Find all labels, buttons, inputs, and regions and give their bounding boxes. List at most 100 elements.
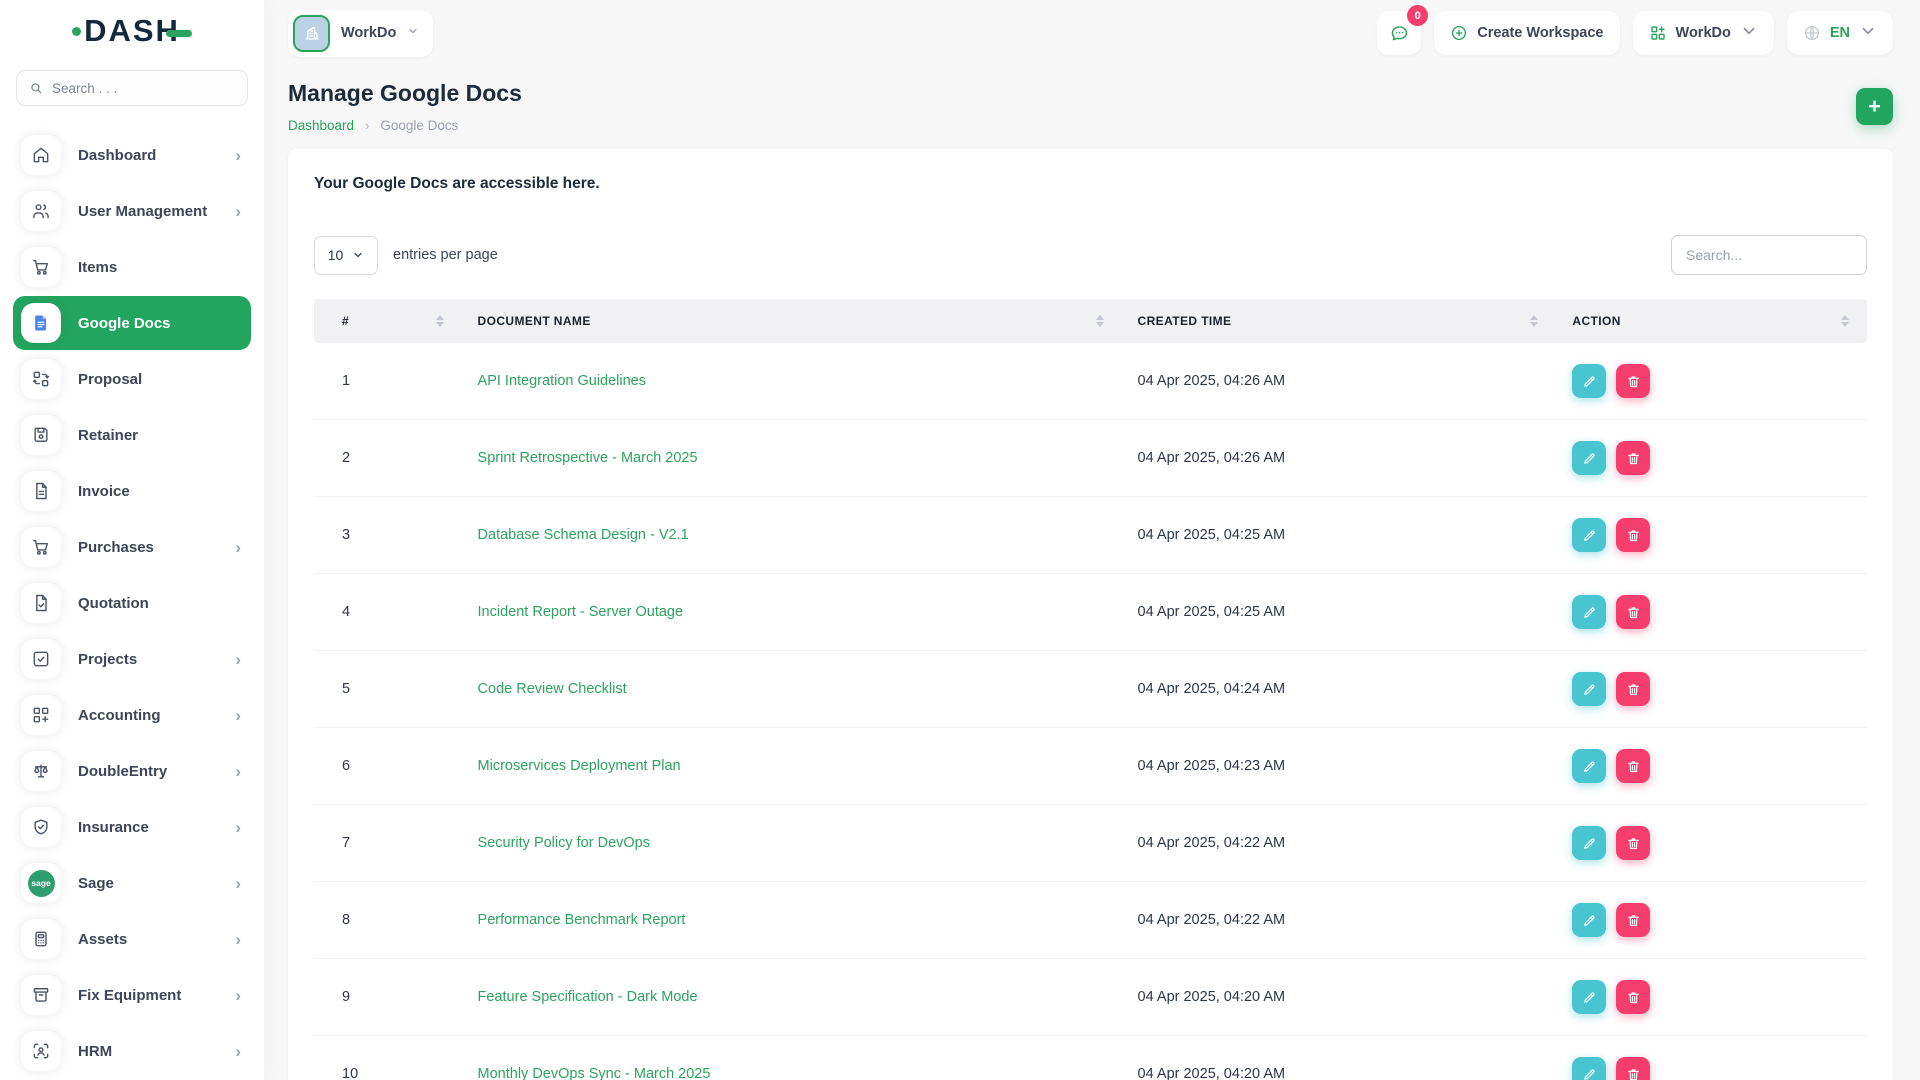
proposal-icon xyxy=(21,359,61,399)
language-selector[interactable]: EN xyxy=(1787,11,1893,55)
delete-button[interactable] xyxy=(1616,518,1650,552)
row-number: 1 xyxy=(314,343,462,420)
sidebar-item-retainer[interactable]: Retainer xyxy=(13,408,251,462)
document-link[interactable]: Monthly DevOps Sync - March 2025 xyxy=(478,1066,711,1080)
sidebar-menu: Dashboard › User Management › ItemsGoogle Do… xyxy=(0,128,264,1078)
delete-button[interactable] xyxy=(1616,672,1650,706)
chevron-right-icon: › xyxy=(235,147,241,164)
sidebar-item-accounting[interactable]: Accounting› xyxy=(13,688,251,742)
entries-per-page-select[interactable]: 10 xyxy=(314,236,378,275)
edit-button[interactable] xyxy=(1572,672,1606,706)
row-number: 10 xyxy=(314,1036,462,1080)
edit-button[interactable] xyxy=(1572,980,1606,1014)
sidebar-item-label: HRM xyxy=(78,1043,218,1060)
sidebar-item-items[interactable]: Items xyxy=(13,240,251,294)
sidebar-item-assets[interactable]: Assets› xyxy=(13,912,251,966)
delete-button[interactable] xyxy=(1616,903,1650,937)
edit-button[interactable] xyxy=(1572,1057,1606,1080)
column-header[interactable]: ACTION xyxy=(1556,299,1867,343)
document-link[interactable]: Code Review Checklist xyxy=(478,681,627,697)
workspace-selector[interactable]: WorkDo xyxy=(288,10,433,57)
sidebar-item-hrm[interactable]: HRM › xyxy=(13,1024,251,1078)
sidebar-item-google-docs[interactable]: Google Docs xyxy=(13,296,251,350)
delete-button[interactable] xyxy=(1616,364,1650,398)
edit-button[interactable] xyxy=(1572,749,1606,783)
document-link[interactable]: Incident Report - Server Outage xyxy=(478,604,684,620)
edit-button[interactable] xyxy=(1572,826,1606,860)
globe-icon xyxy=(1803,24,1821,42)
sidebar-item-proposal[interactable]: Proposal xyxy=(13,352,251,406)
plus-circle-icon xyxy=(1450,24,1468,42)
sidebar-item-quotation[interactable]: Quotation xyxy=(13,576,251,630)
sidebar-item-purchases[interactable]: Purchases› xyxy=(13,520,251,574)
edit-button[interactable] xyxy=(1572,441,1606,475)
sidebar-item-projects[interactable]: Projects› xyxy=(13,632,251,686)
column-header[interactable]: DOCUMENT NAME xyxy=(462,299,1122,343)
column-header[interactable]: CREATED TIME xyxy=(1122,299,1557,343)
document-link[interactable]: API Integration Guidelines xyxy=(478,373,646,389)
sidebar-item-insurance[interactable]: Insurance› xyxy=(13,800,251,854)
file-check-icon xyxy=(21,583,61,623)
document-link[interactable]: Sprint Retrospective - March 2025 xyxy=(478,450,698,466)
row-number: 5 xyxy=(314,651,462,728)
archive-icon xyxy=(21,975,61,1015)
sidebar-item-label: Fix Equipment xyxy=(78,987,218,1004)
sidebar-item-user-management[interactable]: User Management › xyxy=(13,184,251,238)
column-header[interactable]: # xyxy=(314,299,462,343)
document-link[interactable]: Security Policy for DevOps xyxy=(478,835,650,851)
chevron-down-icon xyxy=(407,24,419,42)
document-link[interactable]: Feature Specification - Dark Mode xyxy=(478,989,698,1005)
chevron-right-icon: › xyxy=(235,203,241,220)
sidebar-item-label: Quotation xyxy=(78,595,241,612)
edit-button[interactable] xyxy=(1572,364,1606,398)
table-search-input[interactable] xyxy=(1671,235,1867,275)
delete-button[interactable] xyxy=(1616,1057,1650,1080)
table-row: 10Monthly DevOps Sync - March 202504 Apr… xyxy=(314,1036,1867,1080)
sidebar-item-fix-equipment[interactable]: Fix Equipment› xyxy=(13,968,251,1022)
document-link[interactable]: Database Schema Design - V2.1 xyxy=(478,527,689,543)
sort-arrows-icon xyxy=(1530,315,1538,327)
workspace-menu[interactable]: WorkDo xyxy=(1633,11,1774,55)
sidebar-search[interactable] xyxy=(16,70,248,106)
user-scan-icon xyxy=(21,1031,61,1071)
sidebar-search-input[interactable] xyxy=(52,81,235,96)
edit-button[interactable] xyxy=(1572,595,1606,629)
delete-button[interactable] xyxy=(1616,826,1650,860)
delete-button[interactable] xyxy=(1616,441,1650,475)
chat-bubble-icon xyxy=(1389,23,1410,44)
google-docs-icon xyxy=(21,303,61,343)
sidebar-item-sage[interactable]: sageSage› xyxy=(13,856,251,910)
table-row: 5 Code Review Checklist 04 Apr 2025, 04:24… xyxy=(314,651,1867,728)
topbar: WorkDo 0 Create Workspace WorkDo EN xyxy=(288,0,1893,66)
chevron-down-icon xyxy=(352,249,364,261)
chevron-right-icon: › xyxy=(235,819,241,836)
breadcrumb-dashboard-link[interactable]: Dashboard xyxy=(288,118,354,133)
chevron-down-icon xyxy=(1740,22,1758,45)
edit-button[interactable] xyxy=(1572,903,1606,937)
create-workspace-button[interactable]: Create Workspace xyxy=(1434,11,1619,55)
sidebar-item-label: Dashboard xyxy=(78,147,218,164)
delete-button[interactable] xyxy=(1616,595,1650,629)
sidebar-item-label: Invoice xyxy=(78,483,241,500)
delete-button[interactable] xyxy=(1616,749,1650,783)
created-time: 04 Apr 2025, 04:23 AM xyxy=(1122,728,1557,805)
calculator-icon xyxy=(21,919,61,959)
sidebar-item-invoice[interactable]: Invoice xyxy=(13,464,251,518)
add-document-button[interactable]: + xyxy=(1856,88,1893,125)
delete-button[interactable] xyxy=(1616,980,1650,1014)
sidebar-item-doubleentry[interactable]: DoubleEntry› xyxy=(13,744,251,798)
created-time: 04 Apr 2025, 04:24 AM xyxy=(1122,651,1557,728)
sidebar-item-label: User Management xyxy=(78,203,218,220)
chevron-right-icon: › xyxy=(235,1043,241,1060)
document-link[interactable]: Performance Benchmark Report xyxy=(478,912,686,928)
sidebar: DASH Dashboard›User Management›ItemsGoog… xyxy=(0,0,264,1080)
sidebar-item-dashboard[interactable]: Dashboard › xyxy=(13,128,251,182)
messages-button[interactable]: 0 xyxy=(1377,11,1421,55)
file-text-icon xyxy=(21,471,61,511)
sort-arrows-icon xyxy=(436,315,444,327)
chevron-right-icon: › xyxy=(235,931,241,948)
edit-button[interactable] xyxy=(1572,518,1606,552)
document-link[interactable]: Microservices Deployment Plan xyxy=(478,758,681,774)
table-body: 1 API Integration Guidelines 04 Apr 2025, … xyxy=(314,343,1867,1080)
table-row: 6Microservices Deployment Plan04 Apr 202… xyxy=(314,728,1867,805)
